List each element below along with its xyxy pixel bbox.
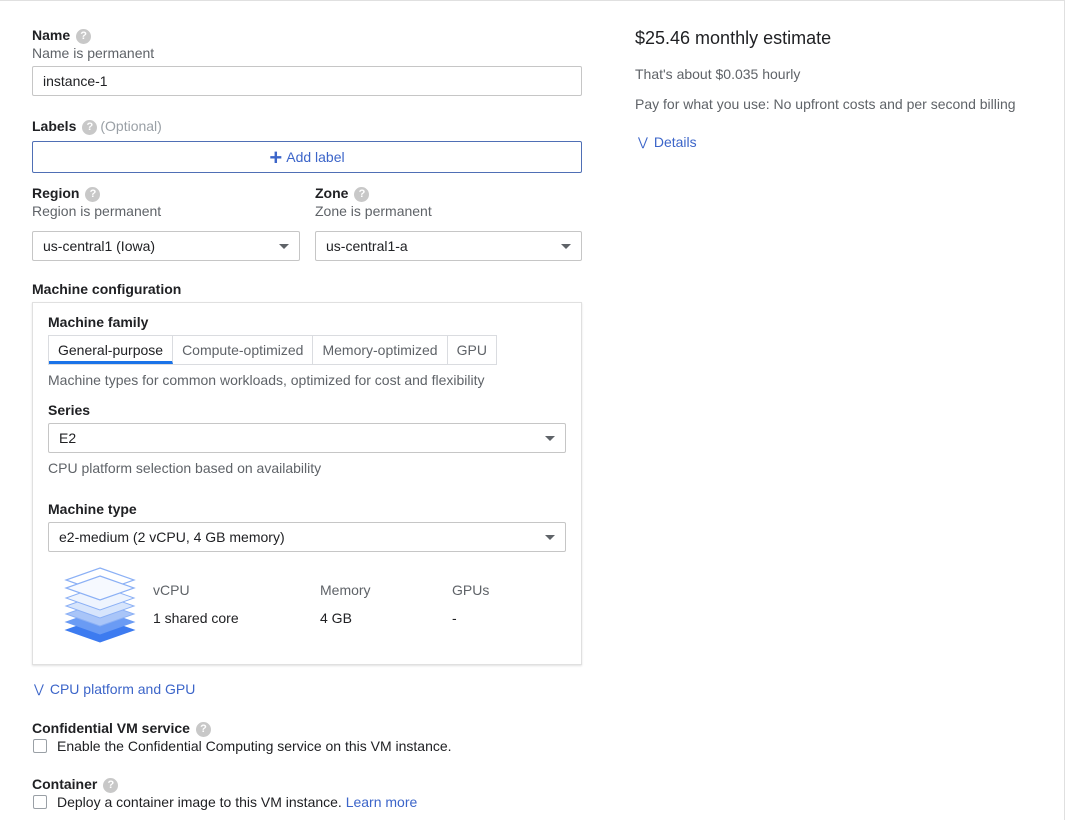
name-hint: Name is permanent — [32, 45, 155, 61]
confidential-label-row: Confidential VM service? — [32, 720, 211, 737]
region-label-row: Region? — [32, 185, 101, 202]
region-hint: Region is permanent — [32, 203, 162, 219]
container-checkbox[interactable] — [33, 795, 47, 809]
optional-tag: (Optional) — [100, 118, 162, 134]
monthly-estimate: $25.46 monthly estimate — [635, 28, 832, 48]
help-icon[interactable]: ? — [195, 721, 211, 737]
name-label: Name — [32, 27, 71, 43]
name-input[interactable] — [32, 66, 582, 96]
memory-value: 4 GB — [320, 610, 352, 626]
series-value: E2 — [59, 430, 77, 446]
gpus-header: GPUs — [452, 582, 490, 598]
machine-family-tabs: General-purpose Compute-optimized Memory… — [48, 335, 497, 365]
machine-type-value: e2-medium (2 vCPU, 4 GB memory) — [59, 529, 285, 545]
region-label: Region — [32, 185, 80, 201]
top-divider — [0, 0, 1065, 1]
billing-note: Pay for what you use: No upfront costs a… — [635, 96, 1016, 112]
vcpu-value: 1 shared core — [153, 610, 239, 626]
chevron-down-icon: ⋁ — [638, 135, 648, 149]
confidential-checkbox-label: Enable the Confidential Computing servic… — [57, 738, 452, 754]
vcpu-header: vCPU — [153, 582, 190, 598]
confidential-label: Confidential VM service — [32, 720, 190, 736]
cpu-platform-link[interactable]: CPU platform and GPU — [50, 681, 196, 697]
dropdown-arrow-icon — [279, 244, 289, 249]
name-label-row: Name? — [32, 27, 92, 44]
confidential-checkbox[interactable] — [33, 739, 47, 753]
details-toggle[interactable]: ⋁ Details — [638, 134, 697, 150]
container-checkbox-label: Deploy a container image to this VM inst… — [57, 794, 342, 810]
machine-family-description: Machine types for common workloads, opti… — [48, 372, 485, 388]
machine-type-select[interactable]: e2-medium (2 vCPU, 4 GB memory) — [48, 522, 566, 552]
machine-config-title: Machine configuration — [32, 281, 182, 297]
layers-icon — [64, 567, 136, 643]
tab-memory-optimized[interactable]: Memory-optimized — [313, 336, 448, 364]
help-icon[interactable]: ? — [82, 119, 98, 135]
series-select[interactable]: E2 — [48, 423, 566, 453]
help-icon[interactable]: ? — [354, 186, 370, 202]
plus-icon: + — [269, 145, 283, 170]
region-select[interactable]: us-central1 (Iowa) — [32, 231, 300, 261]
machine-type-label: Machine type — [48, 501, 137, 517]
details-link[interactable]: Details — [654, 134, 697, 150]
hourly-estimate: That's about $0.035 hourly — [635, 66, 801, 82]
help-icon[interactable]: ? — [103, 777, 119, 793]
zone-label: Zone — [315, 185, 349, 201]
machine-family-label: Machine family — [48, 314, 149, 330]
container-label-row: Container? — [32, 776, 119, 793]
zone-value: us-central1-a — [326, 238, 408, 254]
gpus-value: - — [452, 610, 457, 626]
learn-more-link[interactable]: Learn more — [346, 794, 418, 810]
help-icon[interactable]: ? — [85, 186, 101, 202]
zone-label-row: Zone? — [315, 185, 370, 202]
zone-hint: Zone is permanent — [315, 203, 432, 219]
container-checkbox-row: Deploy a container image to this VM inst… — [57, 794, 417, 810]
memory-header: Memory — [320, 582, 371, 598]
add-label-text: Add label — [286, 149, 345, 165]
chevron-down-icon: ⋁ — [34, 682, 44, 696]
region-value: us-central1 (Iowa) — [43, 238, 156, 254]
add-label-button[interactable]: + Add label — [32, 141, 582, 173]
cpu-platform-toggle[interactable]: ⋁ CPU platform and GPU — [34, 681, 195, 697]
labels-label: Labels — [32, 118, 77, 134]
series-label: Series — [48, 402, 91, 418]
zone-select[interactable]: us-central1-a — [315, 231, 582, 261]
dropdown-arrow-icon — [545, 535, 555, 540]
container-label: Container — [32, 776, 98, 792]
help-icon[interactable]: ? — [76, 28, 92, 44]
dropdown-arrow-icon — [561, 244, 571, 249]
tab-gpu[interactable]: GPU — [448, 336, 496, 364]
tab-compute-optimized[interactable]: Compute-optimized — [173, 336, 314, 364]
series-description: CPU platform selection based on availabi… — [48, 460, 322, 476]
labels-label-row: Labels? (Optional) — [32, 118, 162, 135]
dropdown-arrow-icon — [545, 436, 555, 441]
tab-general-purpose[interactable]: General-purpose — [49, 336, 174, 364]
